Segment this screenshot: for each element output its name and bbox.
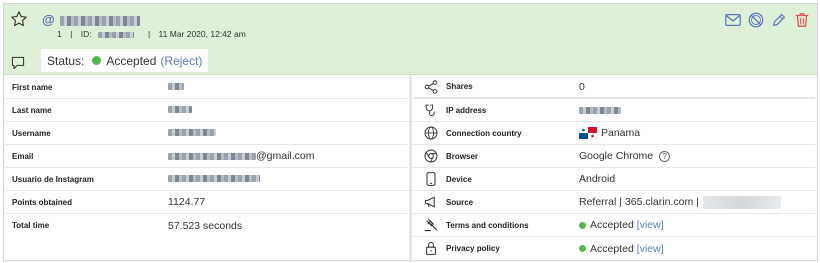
email-link[interactable]: @gmail.com [168,150,315,162]
share-icon [424,80,438,94]
accepted-dot [579,221,586,229]
detail-row: Shares 0 [413,76,815,99]
total-time-value: 57.523 seconds [168,219,243,232]
status-dot [92,56,102,65]
source-value: Referral | 365.clarin.com | [579,196,699,208]
detail-row: Privacy policy Accepted [view] [413,237,815,260]
device-label: Device [446,174,472,184]
status-box: Status: Accepted (Reject) [41,49,209,72]
star-icon[interactable] [10,10,28,28]
meta-separator: | [147,29,151,39]
username-redacted [60,16,140,26]
meta-separator: | [70,29,73,39]
detail-row: Email @gmail.com [6,145,407,168]
redacted-value [168,152,256,160]
points-value: 1124.77 [168,196,206,208]
redacted-value [168,129,216,136]
header-actions [724,11,811,29]
terms-view-link[interactable]: [view] [637,219,664,231]
redacted-value [579,106,621,114]
total-time-label: Total time [12,221,50,230]
source-label: Source [446,197,474,207]
status-value: Accepted [106,53,157,68]
status-label: Status: [47,53,85,68]
meta-id-label: ID: [80,29,92,39]
card-header: @ 1 | ID: | 11 Mar 2020, 12:42 am Status… [4,4,817,75]
mail-icon[interactable] [724,11,742,29]
detail-row: Total time 57.523 seconds [6,214,407,237]
browser-value: Google Chrome [579,150,654,162]
detail-row: Browser Google Chrome ? [413,145,815,168]
meta-index: 1 [57,29,62,39]
ip-label: IP address [446,105,487,115]
header-meta: 1 | ID: | 11 Mar 2020, 12:42 am [57,29,252,39]
detail-row: Terms and conditions Accepted [view] [413,214,815,237]
globe-icon [424,126,438,140]
privacy-label: Privacy policy [446,244,500,253]
email-label: Email [12,151,34,161]
country-value: Panama [601,127,641,139]
instagram-label: Usuario de Instagram [12,174,94,184]
device-value: Android [579,173,616,185]
shares-label: Shares [446,82,473,91]
redacted-value [168,106,192,113]
reject-link[interactable]: (Reject) [160,54,202,68]
detail-row: Points obtained 1124.77 [6,191,407,214]
device-icon [426,172,436,186]
detail-row: IP address [413,99,815,122]
detail-row: Username [6,122,407,145]
country-label: Connection country [446,128,522,138]
participant-card: @ 1 | ID: | 11 Mar 2020, 12:42 am Status… [3,3,818,262]
help-icon[interactable]: ? [659,150,671,162]
megaphone-icon [424,196,435,208]
comment-icon[interactable] [10,55,26,71]
terms-label: Terms and conditions [446,220,529,230]
panama-flag-icon [579,127,597,139]
detail-row: Connection country Panama [413,122,815,145]
left-details: First name Last name Username Email @gma… [6,76,407,237]
privacy-value: Accepted [590,242,634,255]
edit-icon[interactable] [770,11,788,29]
at-symbol: @ [42,12,55,27]
detail-row: First name [6,76,407,99]
plug-icon [425,104,435,117]
redacted-value [168,83,184,90]
block-icon[interactable] [747,11,765,29]
detail-row: Usuario de Instagram [6,168,407,191]
id-redacted [97,31,134,38]
right-details: Shares 0 IP address Connection country P… [413,76,815,260]
chrome-icon [424,149,438,163]
redacted-value [702,195,781,209]
points-label: Points obtained [12,197,72,207]
detail-row: Last name [6,99,407,122]
column-divider [409,76,412,262]
privacy-view-link[interactable]: [view] [637,243,664,255]
username-label: Username [12,128,51,138]
first-name-label: First name [12,82,53,92]
meta-date: 11 Mar 2020, 12:42 am [158,29,246,39]
gavel-icon [424,218,438,232]
browser-label: Browser [446,151,479,161]
last-name-label: Last name [12,105,52,115]
detail-row: Device Android [413,168,815,191]
lock-icon [426,241,436,255]
detail-row: Source Referral | 365.clarin.com | [413,191,815,214]
terms-value: Accepted [590,219,634,231]
accepted-dot [579,245,586,252]
trash-icon[interactable] [793,11,811,29]
shares-value: 0 [579,80,585,93]
redacted-value [168,175,260,182]
